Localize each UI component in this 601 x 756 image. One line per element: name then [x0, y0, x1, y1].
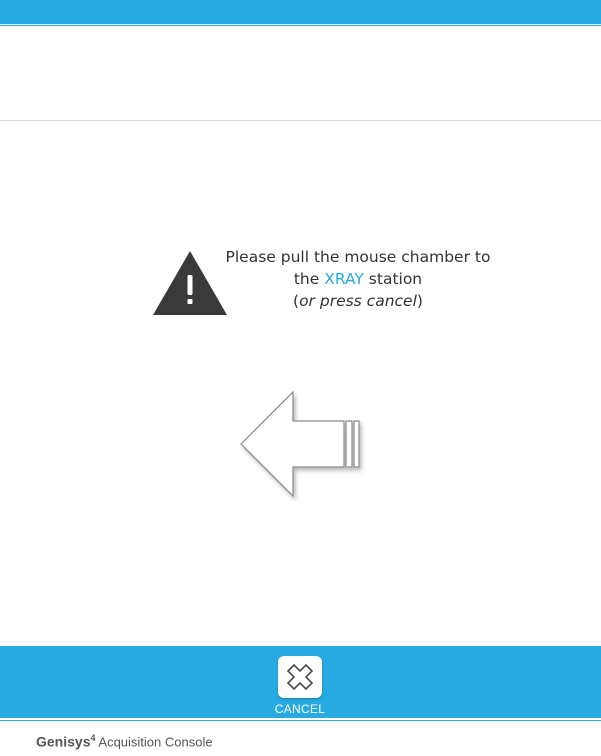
- app-subtitle: Acquisition Console: [95, 734, 213, 750]
- footer-app-title: Genisys4 Acquisition Console: [36, 733, 213, 749]
- message-line-2-suffix: station: [363, 270, 423, 288]
- message-line-3-close: ): [416, 292, 423, 310]
- left-arrow-icon: [236, 386, 366, 502]
- message-line-3: (or press cancel): [220, 290, 496, 312]
- cancel-button-label[interactable]: CANCEL: [262, 702, 338, 716]
- top-header-accent-line: [0, 25, 601, 26]
- warning-triangle-icon: [151, 249, 229, 317]
- cancel-button[interactable]: CANCEL: [262, 654, 338, 716]
- cancel-button-tile[interactable]: [278, 656, 322, 698]
- instruction-message: Please pull the mouse chamber to the XRA…: [220, 246, 496, 312]
- top-header-bar: [0, 0, 601, 24]
- station-name-highlight: XRAY: [324, 270, 364, 288]
- message-line-2: the XRAY station: [220, 268, 496, 290]
- header-divider: [0, 120, 601, 121]
- x-cancel-icon: [286, 663, 314, 691]
- bottom-accent-line: [0, 720, 601, 721]
- message-line-2-prefix: the: [293, 270, 325, 288]
- brand-name: Genisys: [36, 733, 91, 750]
- cancel-hint: or press cancel: [299, 292, 417, 310]
- message-line-1: Please pull the mouse chamber to: [225, 248, 491, 266]
